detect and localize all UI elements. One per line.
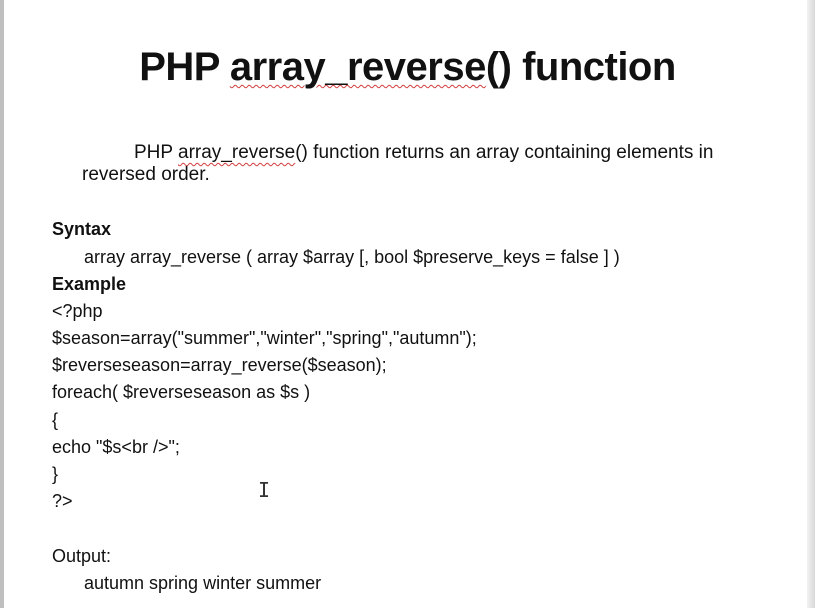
code-line-8: ?> (52, 491, 73, 511)
code-line-7: } (52, 464, 59, 484)
title-prefix: PHP (139, 45, 230, 89)
description-prefix: PHP (134, 142, 179, 163)
title-suffix: () function (485, 45, 677, 89)
description-paragraph: PHP array_reverse() function returns an … (82, 142, 772, 186)
output-heading: Output: (52, 546, 112, 566)
code-line-6: echo "$s<br />"; (52, 437, 180, 457)
text-cursor-icon: I (258, 478, 271, 502)
description-function-name: array_reverse (178, 142, 296, 163)
slide-title: PHP array_reverse() function (0, 45, 815, 90)
left-border (0, 0, 4, 608)
example-heading: Example (52, 274, 127, 294)
output-value: autumn spring winter summer (84, 573, 322, 593)
code-line-1: <?php (52, 301, 103, 321)
syntax-heading: Syntax (52, 219, 112, 239)
code-line-4: foreach( $reverseseason as $s ) (52, 382, 311, 402)
syntax-line: array array_reverse ( array $array [, bo… (84, 247, 620, 267)
code-line-5: { (52, 410, 59, 430)
right-border (807, 0, 815, 608)
code-line-2: $season=array("summer","winter","spring"… (52, 328, 477, 348)
title-function-name: array_reverse (229, 45, 486, 89)
slide: PHP array_reverse() function PHP array_r… (0, 0, 815, 608)
code-line-3: $reverseseason=array_reverse($season); (52, 355, 387, 375)
